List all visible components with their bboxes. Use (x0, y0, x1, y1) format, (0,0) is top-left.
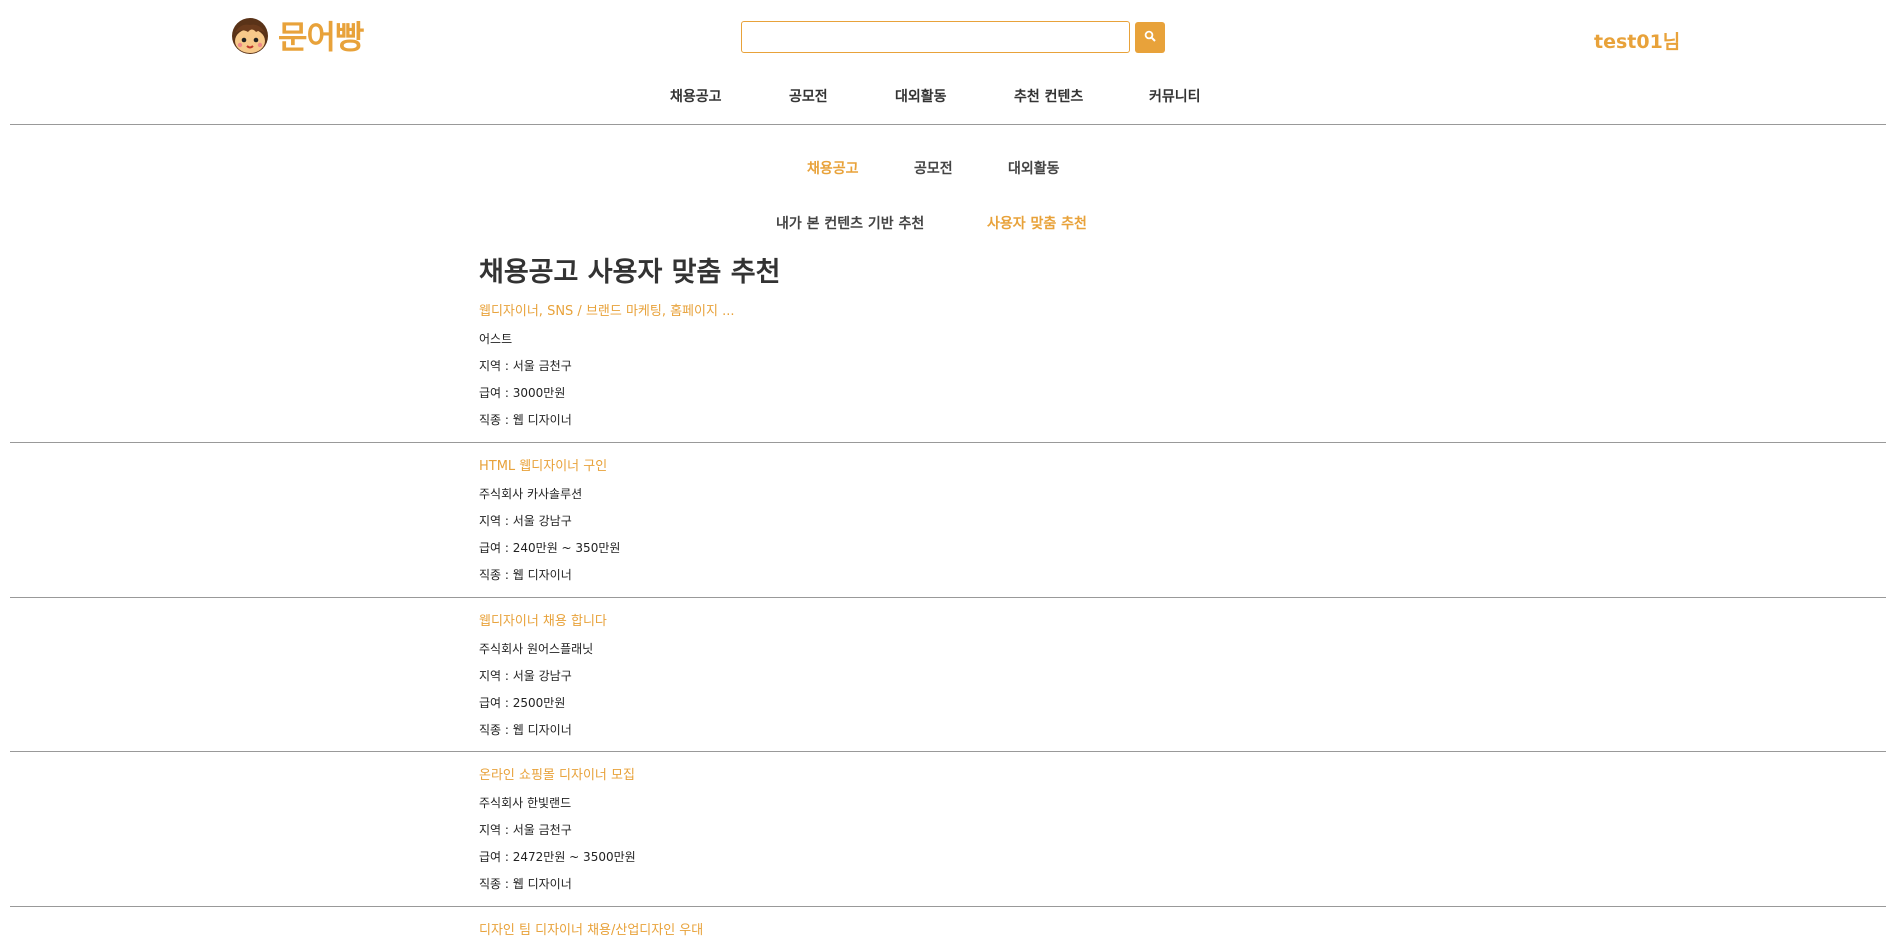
job-salary: 급여 : 240만원 ~ 350만원 (479, 541, 621, 555)
header: 문어빵 test01님 채용공고 공모전 대외활동 추천 컨텐츠 커뮤니티 (0, 0, 1894, 124)
job-card: 웹디자이너 채용 합니다 주식회사 원어스플래닛 지역 : 서울 강남구 급여 … (479, 612, 607, 747)
job-title-link[interactable]: 디자인 팀 디자이너 채용/산업디자인 우대 (479, 921, 703, 948)
job-type: 직종 : 웹 디자이너 (479, 723, 572, 737)
job-divider (10, 906, 1886, 907)
job-type: 직종 : 웹 디자이너 (479, 568, 572, 582)
job-type: 직종 : 웹 디자이너 (479, 877, 572, 891)
job-card: 디자인 팀 디자이너 채용/산업디자인 우대 (479, 921, 703, 948)
main-nav-item-recommended[interactable]: 추천 컨텐츠 (1014, 86, 1083, 106)
octopus-character-icon (230, 15, 270, 55)
tab-user-customized[interactable]: 사용자 맞춤 추천 (987, 213, 1087, 233)
tab-jobs[interactable]: 채용공고 (807, 158, 859, 178)
job-divider (10, 442, 1886, 443)
user-name[interactable]: test01님 (1594, 27, 1680, 54)
job-company: 주식회사 원어스플래닛 (479, 642, 594, 656)
job-region: 지역 : 서울 강남구 (479, 669, 572, 683)
job-type: 직종 : 웹 디자이너 (479, 413, 572, 427)
header-divider (10, 124, 1886, 125)
job-salary: 급여 : 2472만원 ~ 3500만원 (479, 850, 636, 864)
job-card: HTML 웹디자이너 구인 주식회사 카사솔루션 지역 : 서울 강남구 급여 … (479, 457, 620, 592)
search-button[interactable] (1135, 21, 1165, 53)
job-title-link[interactable]: 온라인 쇼핑몰 디자이너 모집 (479, 766, 636, 793)
job-region: 지역 : 서울 금천구 (479, 823, 572, 837)
search-bar (741, 21, 1165, 53)
job-company: 주식회사 한빛랜드 (479, 796, 572, 810)
tab-content-based[interactable]: 내가 본 컨텐츠 기반 추천 (776, 213, 924, 233)
job-salary: 급여 : 2500만원 (479, 696, 566, 710)
main-nav-item-contests[interactable]: 공모전 (789, 86, 828, 106)
job-title-link[interactable]: 웹디자이너, SNS / 브랜드 마케팅, 홈페이지 ... (479, 302, 734, 329)
job-divider (10, 751, 1886, 752)
main-nav-item-community[interactable]: 커뮤니티 (1149, 86, 1201, 106)
job-divider (10, 597, 1886, 598)
logo-text: 문어빵 (278, 18, 364, 56)
main-nav-item-activities[interactable]: 대외활동 (895, 86, 947, 106)
logo[interactable]: 문어빵 (230, 12, 364, 58)
tab-contests[interactable]: 공모전 (914, 158, 953, 178)
job-region: 지역 : 서울 금천구 (479, 359, 572, 373)
search-input[interactable] (741, 21, 1130, 53)
job-card: 웹디자이너, SNS / 브랜드 마케팅, 홈페이지 ... 어스트 지역 : … (479, 302, 734, 437)
job-salary: 급여 : 3000만원 (479, 386, 566, 400)
job-title-link[interactable]: 웹디자이너 채용 합니다 (479, 612, 607, 639)
main-nav-item-jobs[interactable]: 채용공고 (670, 86, 722, 106)
tab-activities[interactable]: 대외활동 (1008, 158, 1060, 178)
search-icon (1144, 30, 1156, 45)
job-company: 어스트 (479, 332, 513, 346)
job-region: 지역 : 서울 강남구 (479, 514, 572, 528)
job-title-link[interactable]: HTML 웹디자이너 구인 (479, 457, 620, 484)
job-card: 온라인 쇼핑몰 디자이너 모집 주식회사 한빛랜드 지역 : 서울 금천구 급여… (479, 766, 636, 901)
job-company: 주식회사 카사솔루션 (479, 487, 583, 501)
page-title: 채용공고 사용자 맞춤 추천 (479, 257, 781, 288)
